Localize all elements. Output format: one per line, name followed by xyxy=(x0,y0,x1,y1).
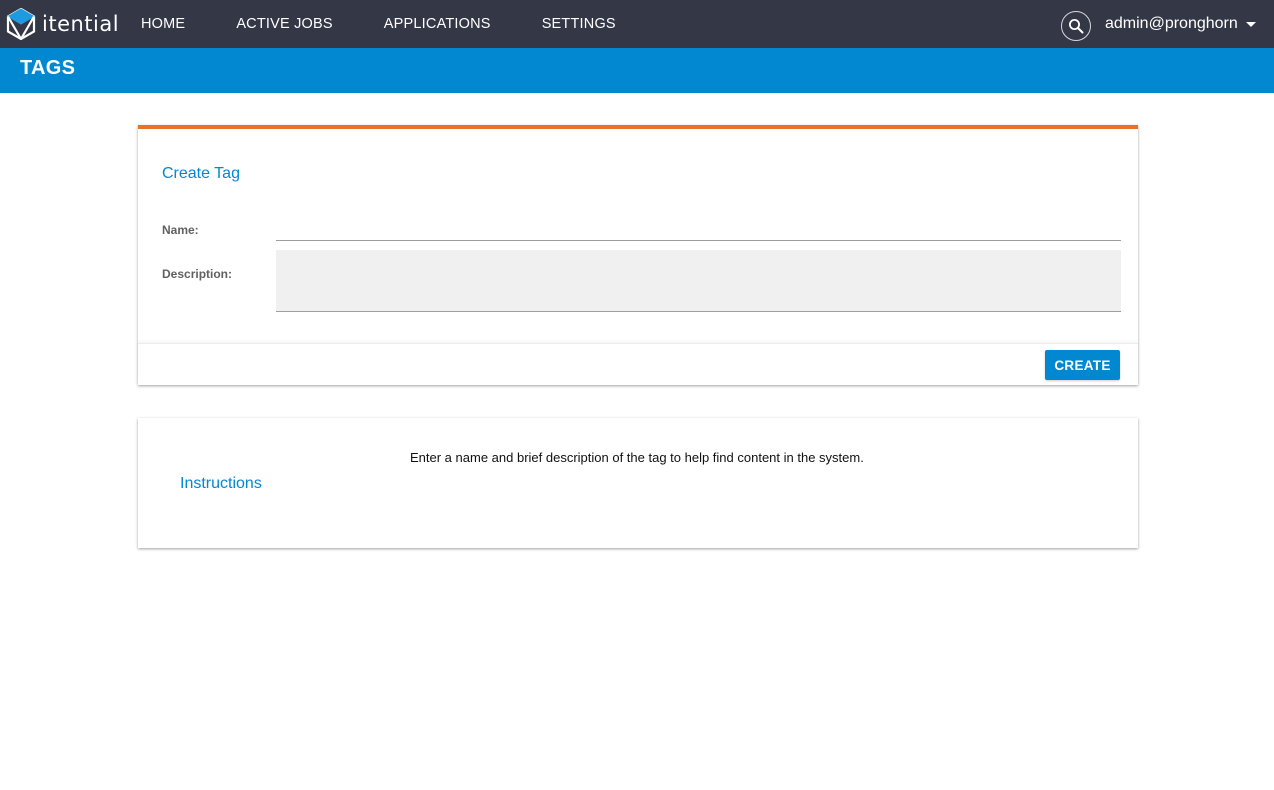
create-tag-card: Create Tag Name: Description: CREATE xyxy=(138,125,1138,385)
nav-settings[interactable]: SETTINGS xyxy=(542,16,616,32)
instructions-heading: Instructions xyxy=(180,475,262,492)
create-button[interactable]: CREATE xyxy=(1045,350,1120,380)
main-nav: HOME ACTIVE JOBS APPLICATIONS SETTINGS xyxy=(141,0,667,48)
card-footer: CREATE xyxy=(138,343,1138,385)
description-label: Description: xyxy=(162,267,233,281)
instructions-text: Enter a name and brief description of th… xyxy=(410,450,864,465)
user-menu[interactable]: admin@pronghorn xyxy=(1105,0,1256,48)
create-tag-heading: Create Tag xyxy=(162,165,240,182)
user-name: admin@pronghorn xyxy=(1105,15,1238,32)
description-input[interactable] xyxy=(276,250,1121,312)
name-input[interactable] xyxy=(276,215,1121,241)
logo-text: itential xyxy=(42,12,120,36)
page-title-bar: TAGS xyxy=(0,48,1274,93)
chevron-down-icon xyxy=(1245,21,1256,27)
nav-applications[interactable]: APPLICATIONS xyxy=(384,16,491,32)
name-label: Name: xyxy=(162,223,199,237)
nav-home[interactable]: HOME xyxy=(141,16,185,32)
search-icon xyxy=(1069,19,1084,34)
itential-logo-icon xyxy=(6,8,36,40)
search-button[interactable] xyxy=(1061,11,1091,41)
page-title: TAGS xyxy=(20,57,76,79)
instructions-card: Instructions Enter a name and brief desc… xyxy=(138,418,1138,548)
top-navbar: itential HOME ACTIVE JOBS APPLICATIONS S… xyxy=(0,0,1274,48)
nav-active-jobs[interactable]: ACTIVE JOBS xyxy=(236,16,332,32)
itential-logo[interactable]: itential xyxy=(6,8,119,40)
